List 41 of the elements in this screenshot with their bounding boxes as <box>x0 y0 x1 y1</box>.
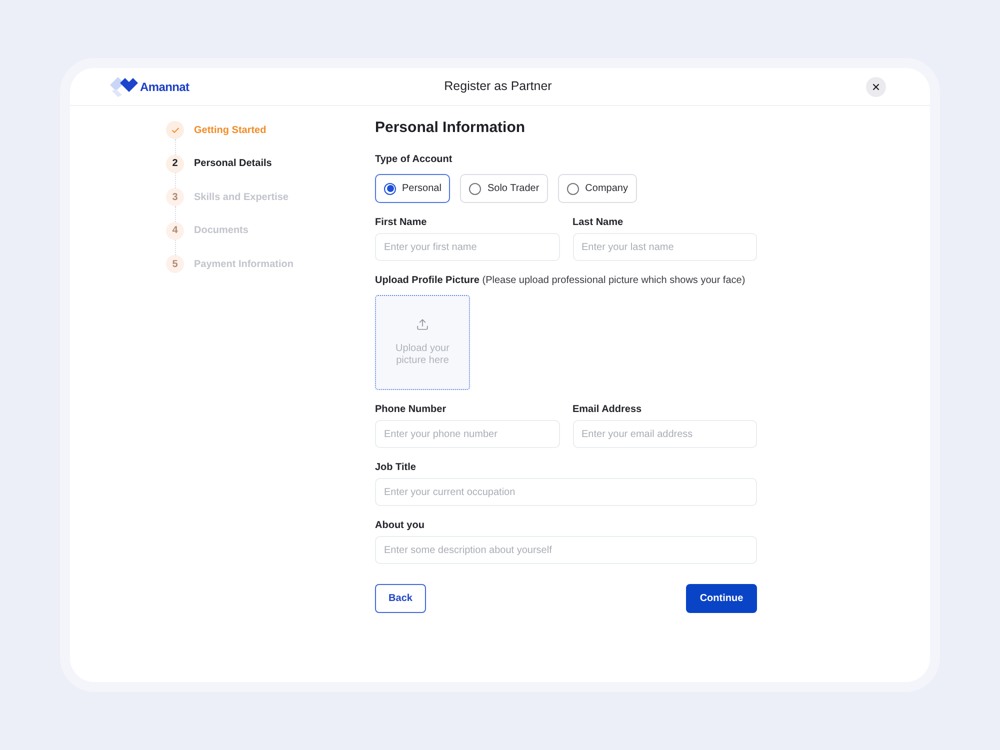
window-title: Register as Partner <box>444 78 552 96</box>
close-button[interactable] <box>866 76 886 96</box>
radio-icon <box>384 182 396 194</box>
step-connector-line <box>174 139 176 154</box>
step-label: Documents <box>194 224 248 238</box>
upload-prompt: Upload your picture here <box>394 343 450 367</box>
step-number: 5 <box>166 255 184 273</box>
radio-icon <box>469 182 482 194</box>
step-connector-line <box>174 206 176 222</box>
field-label: Job Title <box>375 461 417 475</box>
field-label: Upload Profile Picture (Please upload professional picture which shows your face) <box>375 274 746 288</box>
step-label: Skills and Expertise <box>194 190 288 204</box>
section-title: Personal Information <box>375 118 526 138</box>
radio-option[interactable]: Personal <box>375 174 450 203</box>
step-number: 3 <box>166 188 184 206</box>
field-label: First Name <box>375 216 428 230</box>
back-button[interactable]: Back <box>375 584 426 613</box>
step-label: Payment Information <box>194 258 294 272</box>
radio-option[interactable]: Company <box>558 174 637 203</box>
step-label: Getting Started <box>194 124 266 138</box>
text-input-field[interactable]: Enter your email address <box>572 420 757 448</box>
logo-icon <box>110 76 138 96</box>
radio-option[interactable]: Solo Trader <box>460 174 548 203</box>
text-input-field[interactable]: Enter your last name <box>572 233 757 261</box>
text-input-field[interactable]: Enter your current occupation <box>375 478 757 506</box>
upload-icon <box>416 318 429 331</box>
field-label: Type of Account <box>375 153 454 167</box>
field-label: Last Name <box>572 216 624 230</box>
continue-button[interactable]: Continue <box>686 584 757 613</box>
step-number: 2 <box>166 154 184 172</box>
logo-text: Amannat <box>140 78 190 96</box>
radio-icon <box>567 182 580 194</box>
close-icon <box>871 82 881 92</box>
step-number: 4 <box>166 222 184 240</box>
text-input-field[interactable]: Enter some description about yourself <box>375 536 757 564</box>
step-label: Personal Details <box>194 157 272 171</box>
text-input-field[interactable]: Enter your first name <box>375 233 560 261</box>
field-label: Email Address <box>572 403 643 417</box>
field-label: Phone Number <box>375 403 448 417</box>
field-label: About you <box>375 519 426 533</box>
text-input-field[interactable]: Enter your phone number <box>375 420 560 448</box>
